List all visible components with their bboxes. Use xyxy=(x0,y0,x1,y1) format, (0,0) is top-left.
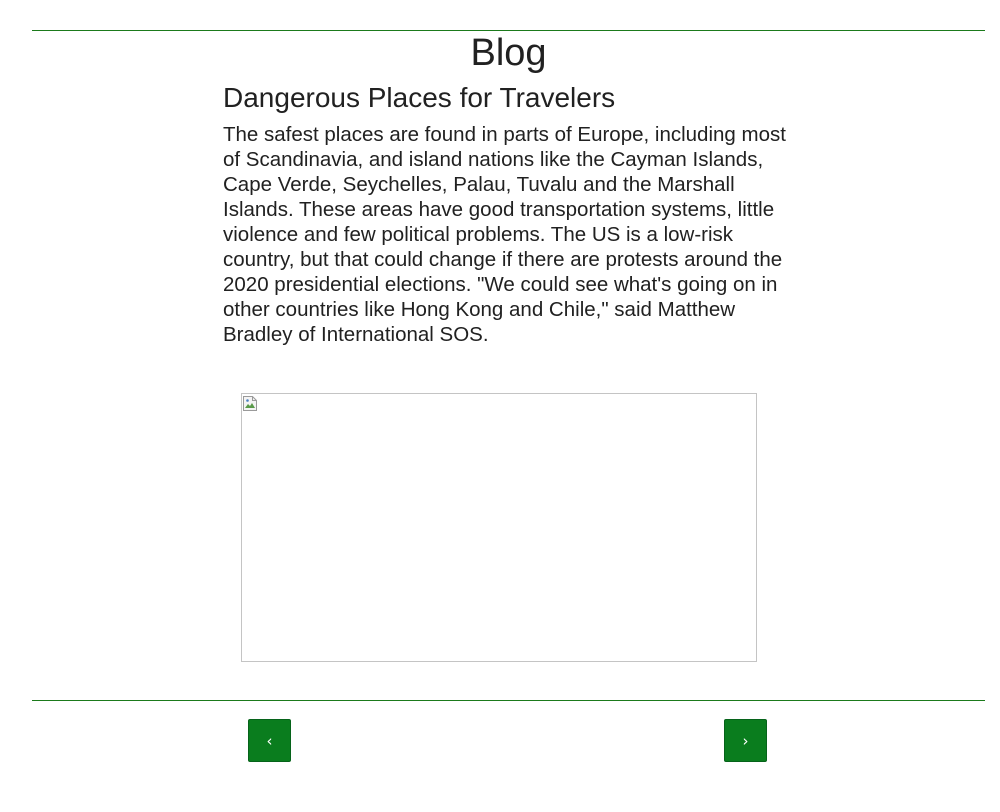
post-body: The safest places are found in parts of … xyxy=(223,123,786,346)
bottom-divider xyxy=(32,700,985,701)
post-image xyxy=(241,393,757,662)
broken-image-icon xyxy=(243,396,257,411)
previous-post-button[interactable]: ‹ xyxy=(248,719,291,762)
page-title: Blog xyxy=(470,32,547,74)
chevron-right-icon: › xyxy=(742,732,749,750)
chevron-left-icon: ‹ xyxy=(266,732,273,750)
blog-post: Dangerous Places for Travelers The safes… xyxy=(223,80,793,347)
post-title: Dangerous Places for Travelers xyxy=(223,82,616,113)
next-post-button[interactable]: › xyxy=(724,719,767,762)
